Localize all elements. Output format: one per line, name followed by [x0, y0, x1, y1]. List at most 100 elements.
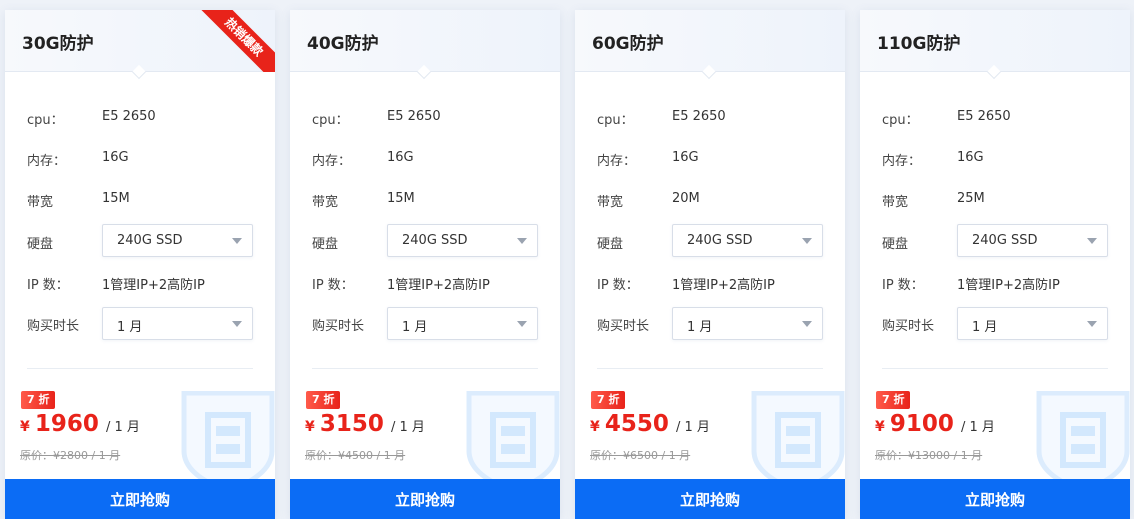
bandwidth-value: 15M	[102, 191, 130, 206]
ip-count-label: IP 数：	[27, 278, 69, 293]
disk-label: 硬盘	[27, 237, 54, 252]
divider	[597, 368, 823, 369]
card-header: 60G防护	[575, 10, 845, 72]
disk-label: 硬盘	[312, 237, 339, 252]
disk-select-value: 240G SSD	[117, 233, 183, 248]
original-price: 原价：¥2800 / 1 月	[20, 449, 121, 462]
cpu-label: cpu：	[597, 113, 634, 128]
discount-badge: 7 折	[876, 391, 911, 409]
pricing-cards: 30G防护 热销爆款 cpu： E5 2650 内存： 16G 带宽 15M 硬…	[5, 10, 1130, 519]
buy-now-button[interactable]: 立即抢购	[575, 479, 845, 519]
ip-count-label: IP 数：	[312, 278, 354, 293]
ip-count-label: IP 数：	[597, 278, 639, 293]
buy-now-button[interactable]: 立即抢购	[5, 479, 275, 519]
term-select-value: 1 月	[117, 320, 143, 335]
disk-select[interactable]: 240G SSD	[387, 224, 538, 257]
discount-badge: 7 折	[306, 391, 341, 409]
currency-symbol: ¥	[305, 419, 315, 435]
cpu-label: cpu：	[312, 113, 349, 128]
memory-label: 内存：	[312, 154, 352, 169]
price-value: 1960	[34, 411, 99, 437]
term-select[interactable]: 1 月	[672, 307, 823, 340]
price-line: ¥ 4550 / 1 月	[590, 411, 710, 441]
shield-icon	[751, 391, 845, 493]
plan-title: 30G防护	[22, 34, 94, 54]
term-select-value: 1 月	[687, 320, 713, 335]
disk-label: 硬盘	[882, 237, 909, 252]
bandwidth-value: 25M	[957, 191, 985, 206]
term-label: 购买时长	[597, 319, 650, 334]
currency-symbol: ¥	[590, 419, 600, 435]
card-header: 110G防护	[860, 10, 1130, 72]
bandwidth-label: 带宽	[597, 195, 624, 210]
buy-now-button[interactable]: 立即抢购	[290, 479, 560, 519]
memory-label: 内存：	[882, 154, 922, 169]
shield-icon	[466, 391, 560, 493]
caret-down-icon	[802, 321, 812, 327]
cpu-value: E5 2650	[387, 109, 441, 124]
memory-value: 16G	[957, 150, 984, 165]
bandwidth-label: 带宽	[27, 195, 54, 210]
cpu-value: E5 2650	[102, 109, 156, 124]
disk-select[interactable]: 240G SSD	[672, 224, 823, 257]
ip-count-value: 1管理IP+2高防IP	[387, 278, 490, 293]
memory-value: 16G	[102, 150, 129, 165]
term-select-value: 1 月	[402, 320, 428, 335]
original-price: 原价：¥6500 / 1 月	[590, 449, 691, 462]
ip-count-value: 1管理IP+2高防IP	[102, 278, 205, 293]
hot-sale-ribbon: 热销爆款	[199, 10, 275, 72]
card-header: 40G防护	[290, 10, 560, 72]
price-line: ¥ 1960 / 1 月	[20, 411, 140, 441]
term-select-value: 1 月	[972, 320, 998, 335]
original-price: 原价：¥13000 / 1 月	[875, 449, 983, 462]
divider	[882, 368, 1108, 369]
disk-select-value: 240G SSD	[687, 233, 753, 248]
memory-value: 16G	[387, 150, 414, 165]
term-select[interactable]: 1 月	[102, 307, 253, 340]
price-period: / 1 月	[960, 420, 995, 435]
term-label: 购买时长	[882, 319, 935, 334]
memory-label: 内存：	[27, 154, 67, 169]
bandwidth-value: 20M	[672, 191, 700, 206]
discount-badge: 7 折	[591, 391, 626, 409]
plan-title: 40G防护	[307, 34, 379, 54]
price-period: / 1 月	[390, 420, 425, 435]
cpu-label: cpu：	[882, 113, 919, 128]
disk-label: 硬盘	[597, 237, 624, 252]
bandwidth-label: 带宽	[882, 195, 909, 210]
plan-card-60g: 60G防护 cpu： E5 2650 内存： 16G 带宽 20M 硬盘 240…	[575, 10, 845, 519]
divider	[27, 368, 253, 369]
caret-down-icon	[517, 321, 527, 327]
term-select[interactable]: 1 月	[957, 307, 1108, 340]
caret-down-icon	[802, 238, 812, 244]
memory-value: 16G	[672, 150, 699, 165]
shield-icon	[181, 391, 275, 493]
plan-card-40g: 40G防护 cpu： E5 2650 内存： 16G 带宽 15M 硬盘 240…	[290, 10, 560, 519]
term-select[interactable]: 1 月	[387, 307, 538, 340]
ip-count-value: 1管理IP+2高防IP	[672, 278, 775, 293]
plan-card-30g: 30G防护 热销爆款 cpu： E5 2650 内存： 16G 带宽 15M 硬…	[5, 10, 275, 519]
currency-symbol: ¥	[875, 419, 885, 435]
caret-down-icon	[232, 321, 242, 327]
caret-down-icon	[232, 238, 242, 244]
plan-title: 60G防护	[592, 34, 664, 54]
disk-select[interactable]: 240G SSD	[957, 224, 1108, 257]
term-label: 购买时长	[312, 319, 365, 334]
disk-select-value: 240G SSD	[402, 233, 468, 248]
cpu-value: E5 2650	[957, 109, 1011, 124]
plan-title: 110G防护	[877, 34, 961, 54]
memory-label: 内存：	[597, 154, 637, 169]
price-line: ¥ 9100 / 1 月	[875, 411, 995, 441]
cpu-value: E5 2650	[672, 109, 726, 124]
caret-down-icon	[1087, 238, 1097, 244]
price-period: / 1 月	[105, 420, 140, 435]
disk-select-value: 240G SSD	[972, 233, 1038, 248]
price-value: 9100	[889, 411, 954, 437]
bandwidth-value: 15M	[387, 191, 415, 206]
ip-count-label: IP 数：	[882, 278, 924, 293]
cpu-label: cpu：	[27, 113, 64, 128]
price-value: 4550	[604, 411, 669, 437]
divider	[312, 368, 538, 369]
buy-now-button[interactable]: 立即抢购	[860, 479, 1130, 519]
disk-select[interactable]: 240G SSD	[102, 224, 253, 257]
